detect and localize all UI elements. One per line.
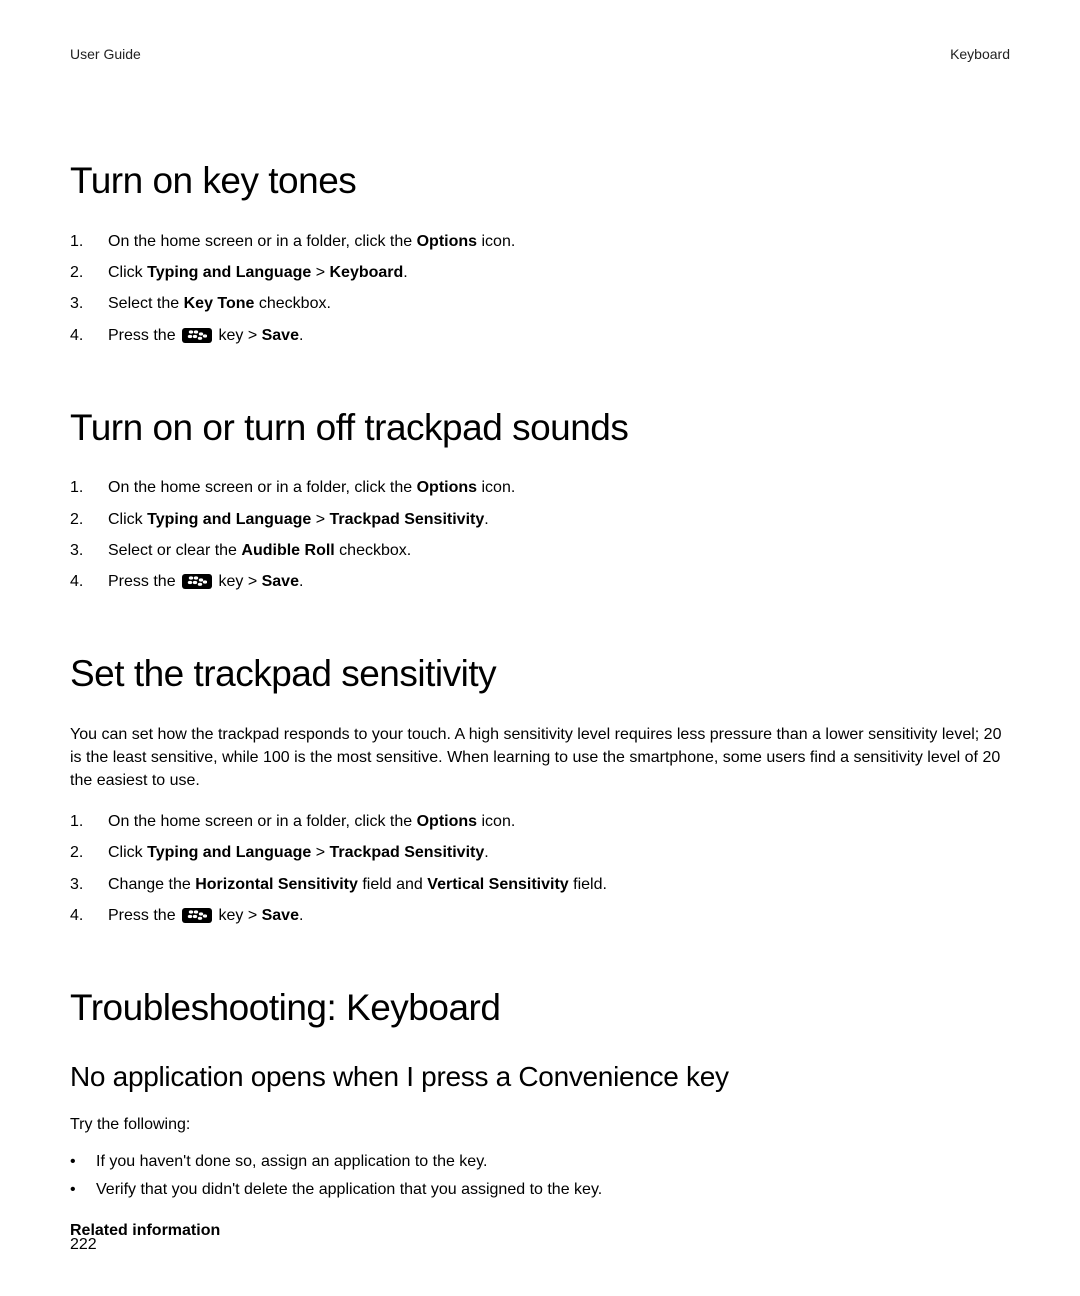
blackberry-key-icon	[182, 908, 212, 923]
related-information-label: Related information	[70, 1219, 1010, 1242]
text: .	[403, 264, 407, 281]
text: key >	[214, 327, 262, 344]
text: .	[299, 573, 303, 590]
step-text: On the home screen or in a folder, click…	[108, 476, 1010, 499]
section-troubleshooting: Troubleshooting: Keyboard No application…	[70, 981, 1010, 1242]
heading-trackpad-sensitivity: Set the trackpad sensitivity	[70, 647, 1010, 701]
text: On the home screen or in a folder, click…	[108, 233, 417, 250]
text: Click	[108, 511, 147, 528]
steps-list: On the home screen or in a folder, click…	[70, 810, 1010, 927]
text: On the home screen or in a folder, click…	[108, 479, 417, 496]
step-item: Press the key > Save.	[70, 904, 1010, 927]
bold-text: Typing and Language	[147, 264, 311, 281]
text: field.	[569, 876, 607, 893]
step-item: Click Typing and Language > Trackpad Sen…	[70, 841, 1010, 864]
bold-text: Trackpad Sensitivity	[330, 844, 485, 861]
subheading-no-application: No application opens when I press a Conv…	[70, 1057, 1010, 1098]
text: key >	[214, 573, 262, 590]
heading-trackpad-sounds: Turn on or turn off trackpad sounds	[70, 401, 1010, 455]
text: Press the	[108, 327, 180, 344]
text: Click	[108, 844, 147, 861]
section-trackpad-sounds: Turn on or turn off trackpad sounds On t…	[70, 401, 1010, 593]
bullet-text: Verify that you didn't delete the applic…	[96, 1178, 602, 1201]
text: Press the	[108, 907, 180, 924]
step-item: Select the Key Tone checkbox.	[70, 292, 1010, 315]
text: Select or clear the	[108, 542, 241, 559]
text: >	[311, 511, 329, 528]
bold-text: Trackpad Sensitivity	[330, 511, 485, 528]
steps-list: On the home screen or in a folder, click…	[70, 476, 1010, 593]
text: On the home screen or in a folder, click…	[108, 813, 417, 830]
bold-text: Vertical Sensitivity	[427, 876, 568, 893]
bullet-list: If you haven't done so, assign an applic…	[70, 1150, 1010, 1200]
bold-text: Options	[417, 233, 477, 250]
bold-text: Typing and Language	[147, 511, 311, 528]
bold-text: Save	[262, 573, 299, 590]
text: .	[484, 844, 488, 861]
bold-text: Audible Roll	[241, 542, 334, 559]
bold-text: Options	[417, 479, 477, 496]
step-item: Change the Horizontal Sensitivity field …	[70, 873, 1010, 896]
step-item: On the home screen or in a folder, click…	[70, 810, 1010, 833]
list-item: If you haven't done so, assign an applic…	[70, 1150, 1010, 1173]
step-item: Select or clear the Audible Roll checkbo…	[70, 539, 1010, 562]
blackberry-key-icon	[182, 574, 212, 589]
bold-text: Key Tone	[184, 295, 255, 312]
text: .	[299, 327, 303, 344]
blackberry-key-icon	[182, 328, 212, 343]
heading-turn-on-key-tones: Turn on key tones	[70, 154, 1010, 208]
step-text: On the home screen or in a folder, click…	[108, 230, 1010, 253]
text: >	[311, 264, 329, 281]
page-number: 222	[70, 1233, 97, 1256]
header-right: Keyboard	[950, 44, 1010, 64]
header-left: User Guide	[70, 44, 141, 64]
heading-troubleshooting: Troubleshooting: Keyboard	[70, 981, 1010, 1035]
text: Select the	[108, 295, 184, 312]
bold-text: Save	[262, 327, 299, 344]
text: checkbox.	[335, 542, 411, 559]
step-item: Click Typing and Language > Keyboard.	[70, 261, 1010, 284]
text: Change the	[108, 876, 195, 893]
text: icon.	[477, 479, 515, 496]
text: .	[299, 907, 303, 924]
text: key >	[214, 907, 262, 924]
step-item: On the home screen or in a folder, click…	[70, 476, 1010, 499]
text: Click	[108, 264, 147, 281]
step-text: On the home screen or in a folder, click…	[108, 810, 1010, 833]
step-text: Select the Key Tone checkbox.	[108, 292, 1010, 315]
step-item: Click Typing and Language > Trackpad Sen…	[70, 508, 1010, 531]
section-turn-on-key-tones: Turn on key tones On the home screen or …	[70, 154, 1010, 346]
step-item: Press the key > Save.	[70, 570, 1010, 593]
try-text: Try the following:	[70, 1113, 1010, 1136]
text: >	[311, 844, 329, 861]
bullet-text: If you haven't done so, assign an applic…	[96, 1150, 487, 1173]
step-text: Press the key > Save.	[108, 904, 1010, 927]
bold-text: Keyboard	[330, 264, 404, 281]
text: icon.	[477, 233, 515, 250]
text: icon.	[477, 813, 515, 830]
text: Press the	[108, 573, 180, 590]
step-text: Click Typing and Language > Trackpad Sen…	[108, 841, 1010, 864]
step-text: Press the key > Save.	[108, 570, 1010, 593]
step-text: Select or clear the Audible Roll checkbo…	[108, 539, 1010, 562]
intro-text: You can set how the trackpad responds to…	[70, 723, 1010, 793]
page-header: User Guide Keyboard	[70, 44, 1010, 64]
list-item: Verify that you didn't delete the applic…	[70, 1178, 1010, 1201]
text: .	[484, 511, 488, 528]
bold-text: Save	[262, 907, 299, 924]
step-text: Click Typing and Language > Trackpad Sen…	[108, 508, 1010, 531]
document-page: User Guide Keyboard Turn on key tones On…	[0, 0, 1080, 1296]
step-text: Press the key > Save.	[108, 324, 1010, 347]
section-trackpad-sensitivity: Set the trackpad sensitivity You can set…	[70, 647, 1010, 927]
text: checkbox.	[254, 295, 330, 312]
bold-text: Horizontal Sensitivity	[195, 876, 358, 893]
bold-text: Typing and Language	[147, 844, 311, 861]
step-text: Change the Horizontal Sensitivity field …	[108, 873, 1010, 896]
bold-text: Options	[417, 813, 477, 830]
step-item: Press the key > Save.	[70, 324, 1010, 347]
step-text: Click Typing and Language > Keyboard.	[108, 261, 1010, 284]
step-item: On the home screen or in a folder, click…	[70, 230, 1010, 253]
text: field and	[358, 876, 427, 893]
steps-list: On the home screen or in a folder, click…	[70, 230, 1010, 347]
